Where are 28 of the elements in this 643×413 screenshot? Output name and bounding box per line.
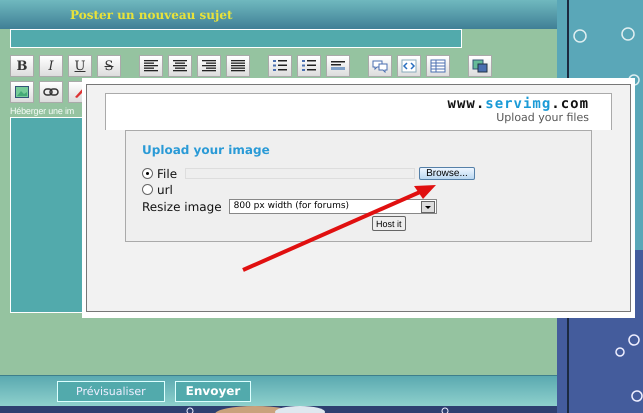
code-icon[interactable] xyxy=(397,55,421,77)
align-center-icon[interactable] xyxy=(168,55,192,77)
page-title: Poster un nouveau sujet xyxy=(70,8,233,22)
paragraph-icon[interactable] xyxy=(326,55,350,77)
resize-label: Resize image xyxy=(142,200,222,214)
align-justify-icon[interactable] xyxy=(226,55,250,77)
radio-label: url xyxy=(157,182,173,196)
format-button[interactable]: U xyxy=(68,55,92,77)
site-logo: www.servimg.com xyxy=(448,97,589,111)
radio-label: File xyxy=(157,166,178,180)
format-button[interactable]: I xyxy=(39,55,63,77)
radio-button[interactable] xyxy=(142,184,153,195)
speech-bubble-icon[interactable] xyxy=(368,55,392,77)
format-button[interactable]: B xyxy=(10,55,34,77)
browse-button[interactable]: Browse... xyxy=(419,167,475,180)
message-field[interactable] xyxy=(10,117,84,313)
bullet-list-icon[interactable] xyxy=(268,55,292,77)
align-right-icon[interactable] xyxy=(197,55,221,77)
format-button[interactable]: S xyxy=(97,55,121,77)
radio-button[interactable] xyxy=(142,168,153,179)
link-icon[interactable] xyxy=(39,81,63,103)
form-heading: Upload your image xyxy=(142,143,271,157)
table-icon[interactable] xyxy=(426,55,450,77)
align-left-icon[interactable] xyxy=(139,55,163,77)
image-icon[interactable] xyxy=(10,81,34,103)
resize-dropdown[interactable]: 800 px width (for forums) xyxy=(228,199,437,214)
host-button[interactable]: Host it xyxy=(372,216,406,231)
subject-field[interactable] xyxy=(10,29,462,48)
